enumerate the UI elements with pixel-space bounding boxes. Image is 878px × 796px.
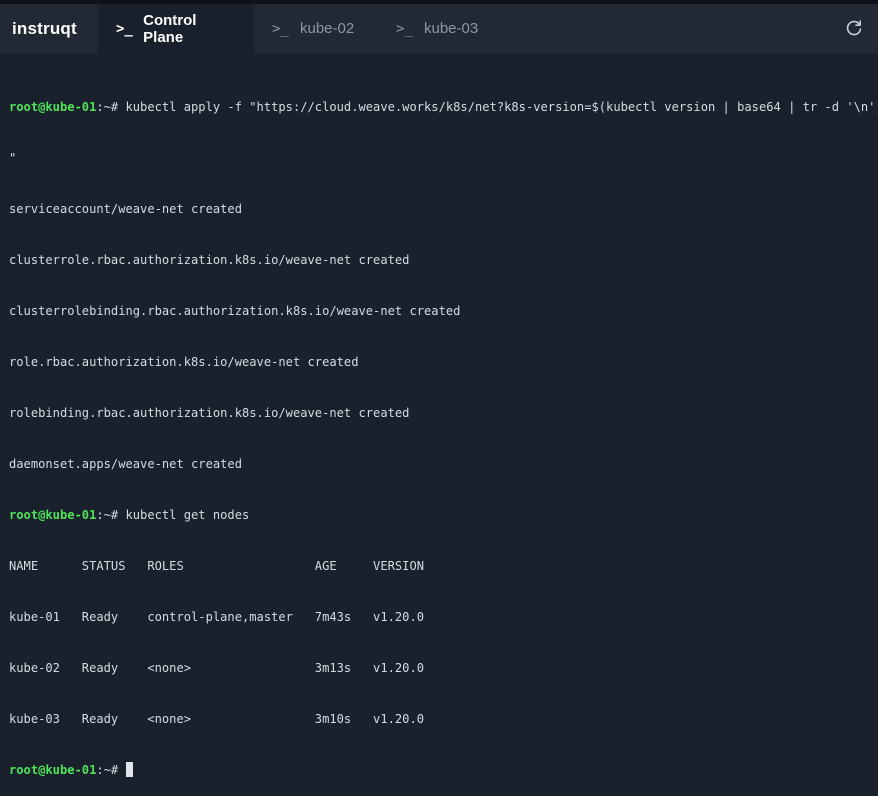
prompt-path: :~#	[96, 100, 119, 114]
terminal-command-line: root@kube-01:~# kubectl get nodes	[9, 507, 869, 524]
terminal-line: serviceaccount/weave-net created	[9, 202, 242, 216]
command-text: kubectl apply -f "https://cloud.weave.wo…	[118, 100, 878, 114]
terminal-cursor	[125, 762, 133, 777]
nodes-table-row: kube-03 Ready <none> 3m10s v1.20.0	[9, 712, 425, 726]
tab-bar: instruqt >_ Control Plane >_ kube-02 >_ …	[0, 4, 878, 53]
tab-kube-03[interactable]: >_ kube-03	[378, 4, 502, 53]
nodes-table-header: NAME STATUS ROLES AGE VERSION	[9, 559, 425, 573]
terminal-prompt-line[interactable]: root@kube-01:~#	[9, 762, 869, 779]
terminal-line: clusterrole.rbac.authorization.k8s.io/we…	[9, 253, 410, 267]
prompt-user: root@kube-01	[9, 508, 97, 522]
refresh-icon[interactable]	[844, 18, 864, 38]
tab-label: kube-03	[424, 20, 479, 37]
terminal-prompt-icon: >_	[116, 20, 133, 37]
nodes-table-row: kube-01 Ready control-plane,master 7m43s…	[9, 610, 425, 624]
tab-control-plane[interactable]: >_ Control Plane	[98, 4, 254, 53]
tab-kube-02[interactable]: >_ kube-02	[254, 4, 378, 53]
command-text: kubectl get nodes	[118, 508, 250, 522]
terminal-prompt-icon: >_	[272, 20, 289, 37]
prompt-path: :~#	[96, 763, 119, 777]
terminal-output[interactable]: root@kube-01:~# kubectl apply -f "https:…	[0, 53, 878, 777]
terminal-command-line: root@kube-01:~# kubectl apply -f "https:…	[9, 99, 878, 116]
terminal-line: clusterrolebinding.rbac.authorization.k8…	[9, 304, 461, 318]
terminal-prompt-icon: >_	[396, 20, 413, 37]
terminal-line: daemonset.apps/weave-net created	[9, 457, 242, 471]
prompt-user: root@kube-01	[9, 763, 97, 777]
terminal-line: role.rbac.authorization.k8s.io/weave-net…	[9, 355, 359, 369]
terminal-line: rolebinding.rbac.authorization.k8s.io/we…	[9, 406, 410, 420]
terminal-line: "	[9, 151, 17, 165]
tab-label: kube-02	[300, 20, 355, 37]
prompt-user: root@kube-01	[9, 100, 97, 114]
prompt-path: :~#	[96, 508, 119, 522]
instruqt-logo: instruqt	[12, 18, 77, 38]
tab-label: Control Plane	[143, 11, 197, 46]
nodes-table-row: kube-02 Ready <none> 3m13s v1.20.0	[9, 661, 425, 675]
